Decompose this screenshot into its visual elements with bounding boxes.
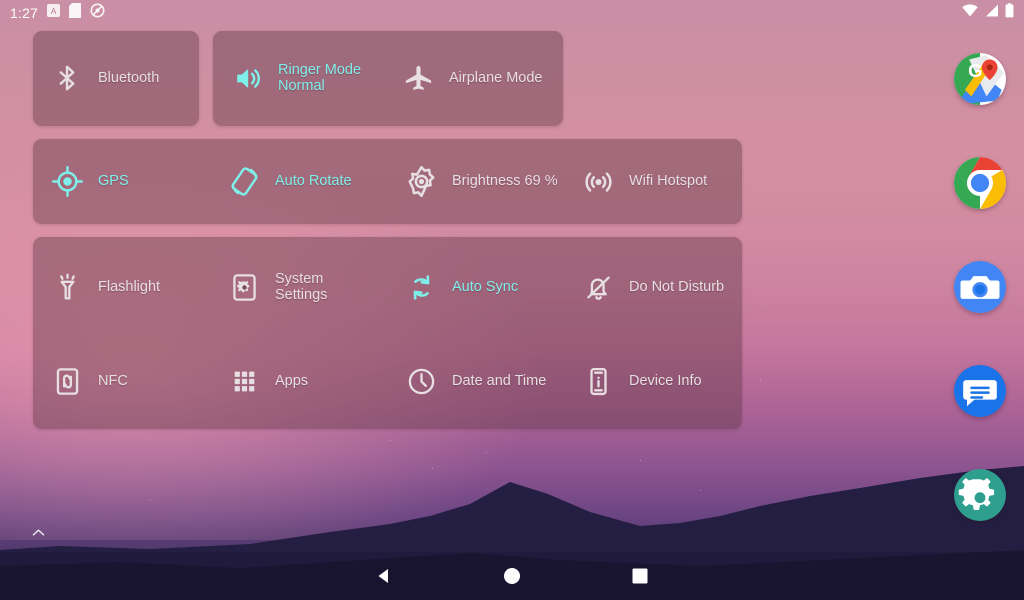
- tile-label: Do Not Disturb: [629, 279, 725, 295]
- svg-text:G: G: [968, 60, 982, 81]
- tile-do-not-disturb[interactable]: Do Not Disturb: [578, 259, 724, 315]
- tile-system-settings[interactable]: System Settings: [224, 259, 327, 315]
- volume-up-icon: [227, 58, 267, 98]
- quick-settings-overlay: Bluetooth Ringer Mode Normal Airplane Mo…: [0, 0, 1024, 600]
- settings-app-icon[interactable]: [954, 469, 1006, 521]
- tile-flashlight[interactable]: Flashlight: [47, 259, 160, 315]
- tile-ringer-mode[interactable]: Ringer Mode Normal: [227, 50, 361, 106]
- device-info-icon: [578, 361, 618, 401]
- recents-button[interactable]: [576, 552, 704, 600]
- status-bar-left: 1:27 A: [10, 3, 105, 23]
- status-bar-right: [962, 3, 1014, 23]
- tile-label: Ringer Mode Normal: [278, 62, 362, 94]
- quick-settings-panel-row1-left: Bluetooth: [33, 31, 199, 126]
- navigation-bar: [0, 552, 1024, 600]
- tile-brightness[interactable]: Brightness 69 %: [401, 153, 558, 209]
- status-bar: 1:27 A: [0, 0, 1024, 26]
- wifi-icon: [962, 4, 978, 22]
- home-button[interactable]: [448, 552, 576, 600]
- hotspot-icon: [578, 161, 618, 201]
- tile-apps[interactable]: Apps: [224, 353, 308, 409]
- clock-icon: [401, 361, 441, 401]
- quick-settings-panel-row2: GPS Auto Rotate Brightness 69 % Wifi Hot…: [33, 139, 742, 224]
- app-dock: G: [924, 0, 1024, 600]
- tile-wifi-hotspot[interactable]: Wifi Hotspot: [578, 153, 707, 209]
- location-crosshair-icon: [47, 161, 87, 201]
- tile-label: Date and Time: [452, 373, 547, 389]
- airplane-icon: [398, 58, 438, 98]
- battery-icon: [1005, 3, 1014, 23]
- tile-gps[interactable]: GPS: [47, 153, 129, 209]
- tile-label: Apps: [275, 373, 309, 389]
- tile-date-and-time[interactable]: Date and Time: [401, 353, 546, 409]
- flashlight-icon: [47, 267, 87, 307]
- brightness-icon: [401, 161, 441, 201]
- tile-nfc[interactable]: NFC: [47, 353, 128, 409]
- chrome-app-icon[interactable]: [954, 157, 1006, 209]
- tile-device-info[interactable]: Device Info: [578, 353, 702, 409]
- tile-label: Device Info: [629, 373, 702, 389]
- nfc-icon: [47, 361, 87, 401]
- camera-app-icon[interactable]: [954, 261, 1006, 313]
- bluetooth-icon: [47, 58, 87, 98]
- tile-auto-rotate[interactable]: Auto Rotate: [224, 153, 352, 209]
- back-button[interactable]: [320, 552, 448, 600]
- tile-label: Wifi Hotspot: [629, 173, 708, 189]
- sync-icon: [401, 267, 441, 307]
- tile-bluetooth[interactable]: Bluetooth: [47, 50, 159, 106]
- tile-auto-sync[interactable]: Auto Sync: [401, 259, 518, 315]
- status-bar-clock: 1:27: [10, 5, 39, 21]
- quick-settings-panel-row1-right: Ringer Mode Normal Airplane Mode: [213, 31, 563, 126]
- sd-card-icon: [69, 3, 82, 23]
- alarm-badge-icon: A: [47, 4, 61, 22]
- app-drawer-chevron-up-icon[interactable]: [30, 524, 46, 540]
- screen-rotation-icon: [224, 161, 264, 201]
- tile-label: GPS: [98, 173, 129, 189]
- no-sync-icon: [90, 3, 105, 23]
- cellular-signal-icon: [984, 4, 999, 22]
- tile-label: NFC: [98, 373, 128, 389]
- svg-text:A: A: [51, 6, 57, 16]
- apps-grid-icon: [224, 361, 264, 401]
- quick-settings-panel-row3: Flashlight System Settings Auto Sync Do …: [33, 237, 742, 429]
- tile-label: Auto Sync: [452, 279, 519, 295]
- tile-label: Airplane Mode: [449, 70, 543, 86]
- tile-label: System Settings: [275, 271, 328, 303]
- settings-gear-icon: [224, 267, 264, 307]
- tile-airplane-mode[interactable]: Airplane Mode: [398, 50, 543, 106]
- bell-off-icon: [578, 267, 618, 307]
- maps-app-icon[interactable]: G: [954, 53, 1006, 105]
- tile-label: Flashlight: [98, 279, 161, 295]
- messages-app-icon[interactable]: [954, 365, 1006, 417]
- tile-label: Brightness 69 %: [452, 173, 558, 189]
- tile-label: Bluetooth: [98, 70, 160, 86]
- tile-label: Auto Rotate: [275, 173, 352, 189]
